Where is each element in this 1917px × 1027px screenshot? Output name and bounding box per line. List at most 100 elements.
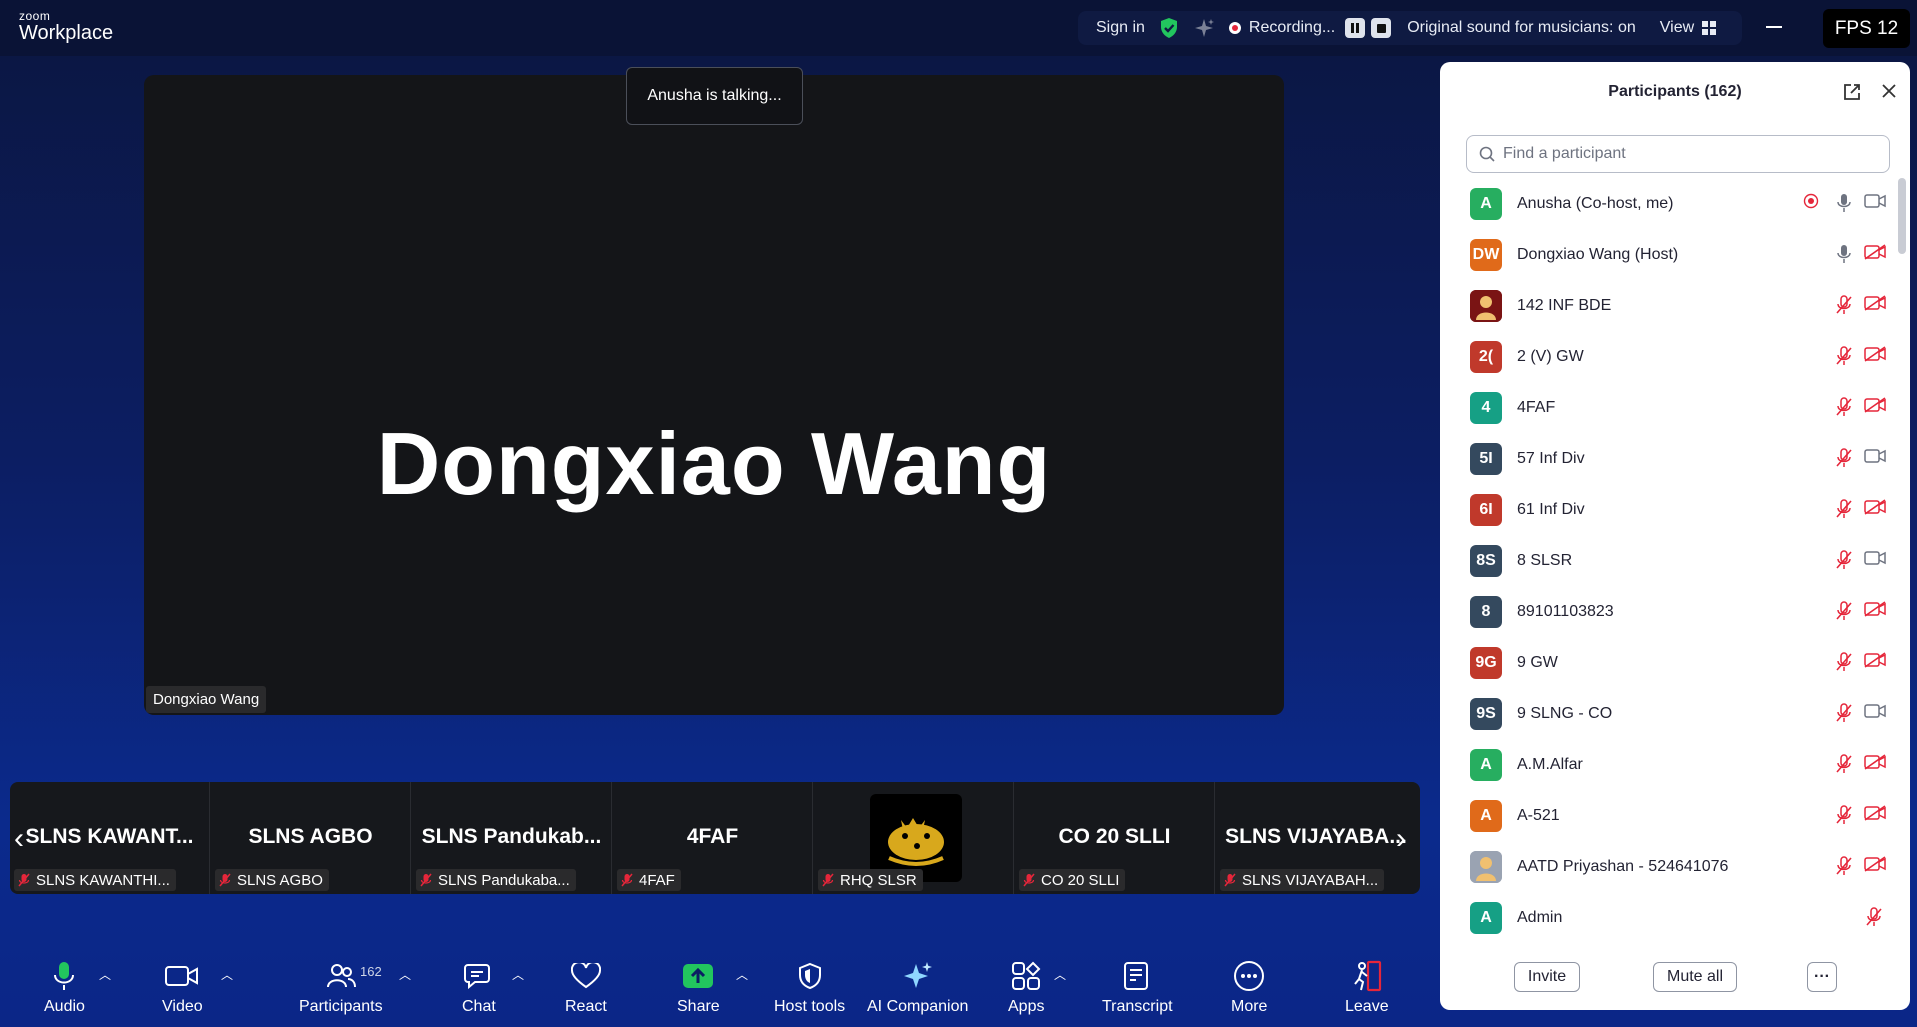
thumbnail-tile[interactable]: 4FAF 4FAF <box>613 782 813 894</box>
video-off-icon[interactable] <box>1864 295 1886 316</box>
mic-muted-icon[interactable] <box>1835 805 1853 830</box>
view-button[interactable]: View <box>1660 19 1717 37</box>
share-options-chevron-icon[interactable]: ︿ <box>736 966 748 983</box>
participant-avatar: 9G <box>1470 646 1502 679</box>
participants-options-chevron-icon[interactable]: ︿ <box>399 966 411 983</box>
microphone-icon[interactable] <box>1835 244 1853 269</box>
participant-name: Anusha (Co-host, me) <box>1517 194 1674 212</box>
video-off-icon[interactable] <box>1864 346 1886 367</box>
security-shield-icon[interactable] <box>1159 17 1179 39</box>
video-camera-icon[interactable] <box>1864 193 1886 214</box>
thumbnail-label: SLNS Pandukaba... <box>416 869 576 891</box>
leave-button[interactable]: Leave <box>1345 958 1389 1016</box>
thumbnail-tile[interactable]: CO 20 SLLI CO 20 SLLI <box>1015 782 1215 894</box>
share-button[interactable]: Share <box>677 958 720 1016</box>
apps-icon <box>1012 961 1041 990</box>
participant-list-scrollbar[interactable] <box>1898 178 1906 254</box>
participant-row[interactable]: A Anusha (Co-host, me) <box>1440 178 1910 229</box>
original-sound-status[interactable]: Original sound for musicians: on <box>1407 19 1636 37</box>
thumbnail-name: SLNS KAWANTHI... <box>36 871 170 889</box>
mic-muted-icon[interactable] <box>1835 754 1853 779</box>
thumbnail-tile[interactable]: SLNS Pandukab... SLNS Pandukaba... <box>412 782 612 894</box>
close-icon[interactable] <box>1881 83 1897 99</box>
participant-row[interactable]: 6I 61 Inf Div <box>1440 484 1910 535</box>
ai-sparkle-icon[interactable] <box>1193 17 1215 39</box>
chevron-right-icon[interactable]: › <box>1396 822 1406 856</box>
participant-row[interactable]: 5I 57 Inf Div <box>1440 433 1910 484</box>
mic-muted-icon[interactable] <box>1835 601 1853 626</box>
participant-row[interactable]: AATD Priyashan - 524641076 <box>1440 841 1910 892</box>
video-off-icon[interactable] <box>1864 856 1886 877</box>
mic-muted-icon[interactable] <box>1835 295 1853 320</box>
mic-muted-icon[interactable] <box>1835 397 1853 422</box>
stop-icon <box>1376 23 1386 33</box>
participant-avatar: A <box>1470 187 1502 220</box>
video-off-icon[interactable] <box>1864 244 1886 265</box>
thumbnail-title: 4FAF <box>686 825 739 848</box>
participant-row[interactable]: A A.M.Alfar <box>1440 739 1910 790</box>
video-options-chevron-icon[interactable]: ︿ <box>221 966 233 983</box>
video-off-icon[interactable] <box>1864 499 1886 520</box>
transcript-button[interactable]: Transcript <box>1102 958 1173 1016</box>
more-label: More <box>1231 998 1268 1015</box>
participant-row[interactable]: 9G 9 GW <box>1440 637 1910 688</box>
participant-row[interactable]: 8S 8 SLSR <box>1440 535 1910 586</box>
video-camera-icon[interactable] <box>1864 703 1886 724</box>
recording-icon[interactable] <box>1803 193 1819 214</box>
active-speaker-video[interactable]: Dongxiao Wang Dongxiao Wang <box>144 75 1284 715</box>
panel-more-button[interactable]: ··· <box>1807 962 1837 992</box>
participant-row[interactable]: 9S 9 SLNG - CO <box>1440 688 1910 739</box>
mic-muted-icon <box>420 873 432 887</box>
react-button[interactable]: React <box>565 958 607 1016</box>
participant-avatar <box>1470 289 1502 322</box>
microphone-icon[interactable] <box>1835 193 1853 218</box>
video-off-icon[interactable] <box>1864 805 1886 826</box>
minimize-window-button[interactable] <box>1766 26 1782 28</box>
mic-muted-icon[interactable] <box>1835 499 1853 524</box>
participant-name: A-521 <box>1517 806 1560 824</box>
thumbnail-tile[interactable]: SLNS VIJAYABA... SLNS VIJAYABAH... <box>1216 782 1416 894</box>
apps-button[interactable]: Apps <box>1008 958 1044 1016</box>
video-off-icon[interactable] <box>1864 754 1886 775</box>
audio-button[interactable]: Audio <box>44 958 85 1016</box>
stop-recording-button[interactable] <box>1371 18 1392 38</box>
mic-muted-icon[interactable] <box>1835 346 1853 371</box>
video-button[interactable]: Video <box>162 958 203 1016</box>
mic-muted-icon[interactable] <box>1835 703 1853 728</box>
more-button[interactable]: More <box>1231 958 1267 1016</box>
mic-muted-icon[interactable] <box>1835 550 1853 575</box>
thumbnail-tile[interactable]: SLNS AGBO SLNS AGBO <box>211 782 411 894</box>
chat-options-chevron-icon[interactable]: ︿ <box>512 966 524 983</box>
mic-muted-icon[interactable] <box>1835 856 1853 881</box>
participant-row[interactable]: 8 89101103823 <box>1440 586 1910 637</box>
panel-title: Participants (162) <box>1608 83 1742 100</box>
mic-muted-icon[interactable] <box>1835 448 1853 473</box>
sign-in-link[interactable]: Sign in <box>1096 19 1145 37</box>
participant-row[interactable]: A Admin <box>1440 892 1910 943</box>
mic-muted-icon[interactable] <box>1865 907 1883 932</box>
chevron-left-icon[interactable]: ‹ <box>14 822 24 856</box>
invite-button[interactable]: Invite <box>1514 962 1580 992</box>
host-tools-button[interactable]: Host tools <box>774 958 845 1016</box>
mic-muted-icon[interactable] <box>1835 652 1853 677</box>
participant-row[interactable]: 142 INF BDE <box>1440 280 1910 331</box>
mute-all-button[interactable]: Mute all <box>1653 962 1737 992</box>
participant-row[interactable]: A A-521 <box>1440 790 1910 841</box>
participant-row[interactable]: DW Dongxiao Wang (Host) <box>1440 229 1910 280</box>
video-camera-icon[interactable] <box>1864 550 1886 571</box>
participant-search-input[interactable]: Find a participant <box>1466 135 1890 173</box>
ai-companion-button[interactable]: AI Companion <box>867 958 968 1016</box>
pause-recording-button[interactable] <box>1345 18 1366 38</box>
thumbnail-tile[interactable]: RHQ SLSR <box>814 782 1014 894</box>
video-off-icon[interactable] <box>1864 601 1886 622</box>
pop-out-icon[interactable] <box>1843 83 1861 101</box>
video-camera-icon[interactable] <box>1864 448 1886 469</box>
video-off-icon[interactable] <box>1864 652 1886 673</box>
thumbnail-tile[interactable]: SLNS KAWANT... SLNS KAWANTHI... <box>10 782 210 894</box>
participant-row[interactable]: 2(2 (V) GW <box>1440 331 1910 382</box>
apps-options-chevron-icon[interactable]: ︿ <box>1054 966 1066 983</box>
video-off-icon[interactable] <box>1864 397 1886 418</box>
chat-button[interactable]: Chat <box>462 958 496 1016</box>
participant-row[interactable]: 4 4FAF <box>1440 382 1910 433</box>
audio-options-chevron-icon[interactable]: ︿ <box>99 966 111 983</box>
